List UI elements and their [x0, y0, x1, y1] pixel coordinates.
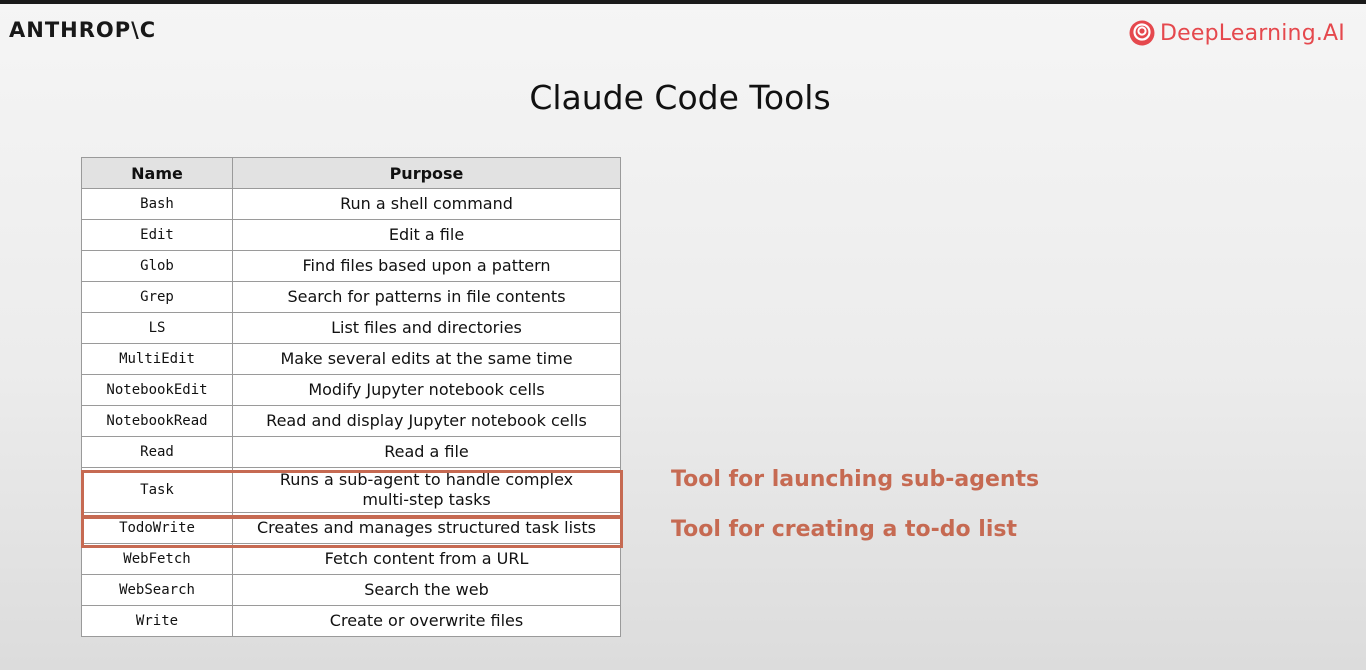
deeplearning-ai-wordmark: DeepLearning.AI: [1159, 20, 1345, 46]
tool-name: NotebookRead: [81, 405, 233, 437]
tool-purpose: Fetch content from a URL: [232, 543, 621, 575]
tool-purpose: Read a file: [232, 436, 621, 468]
top-border: [0, 0, 1366, 4]
deeplearning-ai-brand: DeepLearning.AI: [1129, 20, 1345, 46]
task-annotation: Tool for launching sub-agents: [671, 467, 1040, 492]
table-row: Glob Find files based upon a pattern: [81, 250, 621, 282]
tool-name: Edit: [81, 219, 233, 251]
tool-purpose: Runs a sub-agent to handle complex multi…: [232, 467, 621, 513]
tool-name: WebSearch: [81, 574, 233, 606]
tool-name: TodoWrite: [81, 512, 233, 544]
table-row: Write Create or overwrite files: [81, 605, 621, 637]
slide-title: Claude Code Tools: [529, 78, 831, 117]
tool-purpose: Find files based upon a pattern: [232, 250, 621, 282]
table-row: Bash Run a shell command: [81, 188, 621, 220]
tool-purpose: Modify Jupyter notebook cells: [232, 374, 621, 406]
tool-purpose: Creates and manages structured task list…: [232, 512, 621, 544]
table-row-todowrite: TodoWrite Creates and manages structured…: [81, 512, 621, 544]
table-row: LS List files and directories: [81, 312, 621, 344]
header-name: Name: [81, 157, 233, 189]
tool-purpose: Make several edits at the same time: [232, 343, 621, 375]
todowrite-annotation: Tool for creating a to-do list: [671, 517, 1017, 542]
tool-purpose: Create or overwrite files: [232, 605, 621, 637]
table-row-task: Task Runs a sub-agent to handle complex …: [81, 467, 621, 513]
tool-name: WebFetch: [81, 543, 233, 575]
tool-name: Glob: [81, 250, 233, 282]
anthropic-logo: ANTHROP\C: [9, 18, 157, 42]
table-row: WebFetch Fetch content from a URL: [81, 543, 621, 575]
table-row: WebSearch Search the web: [81, 574, 621, 606]
tool-name: LS: [81, 312, 233, 344]
table-row: NotebookEdit Modify Jupyter notebook cel…: [81, 374, 621, 406]
tool-purpose: Search the web: [232, 574, 621, 606]
tools-table: Name Purpose Bash Run a shell command Ed…: [81, 157, 621, 637]
tool-name: Task: [81, 467, 233, 513]
tool-name: Read: [81, 436, 233, 468]
tool-purpose: Read and display Jupyter notebook cells: [232, 405, 621, 437]
deeplearning-ai-logo-icon: [1129, 20, 1155, 46]
table-row: Read Read a file: [81, 436, 621, 468]
tool-purpose: Edit a file: [232, 219, 621, 251]
table-row: Grep Search for patterns in file content…: [81, 281, 621, 313]
tool-name: Grep: [81, 281, 233, 313]
tool-purpose: Run a shell command: [232, 188, 621, 220]
table-row: NotebookRead Read and display Jupyter no…: [81, 405, 621, 437]
table-row: MultiEdit Make several edits at the same…: [81, 343, 621, 375]
tool-purpose: Search for patterns in file contents: [232, 281, 621, 313]
tool-name: NotebookEdit: [81, 374, 233, 406]
table-row: Edit Edit a file: [81, 219, 621, 251]
tool-name: Bash: [81, 188, 233, 220]
tool-name: Write: [81, 605, 233, 637]
tool-name: MultiEdit: [81, 343, 233, 375]
header-purpose: Purpose: [232, 157, 621, 189]
tool-purpose: List files and directories: [232, 312, 621, 344]
table-header-row: Name Purpose: [81, 157, 621, 189]
